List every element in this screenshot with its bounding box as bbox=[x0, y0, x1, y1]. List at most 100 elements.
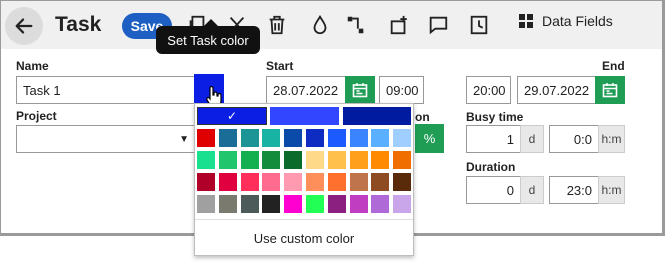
color-swatch[interactable] bbox=[262, 129, 281, 147]
history-button[interactable] bbox=[465, 11, 493, 39]
color-swatch[interactable] bbox=[240, 195, 259, 213]
trash-icon bbox=[269, 15, 285, 35]
color-swatch[interactable] bbox=[197, 151, 215, 169]
link-steps-icon bbox=[347, 16, 364, 34]
recent-color-swatch[interactable] bbox=[270, 107, 339, 125]
busy-days-input[interactable]: 1 bbox=[466, 125, 521, 153]
color-swatch[interactable] bbox=[349, 173, 368, 191]
recent-color-swatch[interactable] bbox=[343, 107, 411, 125]
droplet-icon bbox=[313, 14, 327, 35]
color-swatch[interactable] bbox=[197, 195, 215, 213]
percent-button[interactable]: % bbox=[415, 124, 444, 153]
data-fields-label: Data Fields bbox=[542, 13, 613, 29]
color-swatch[interactable] bbox=[218, 195, 237, 213]
start-time-input[interactable]: 09:00 bbox=[379, 76, 424, 104]
page-title: Task bbox=[55, 13, 102, 36]
name-input[interactable]: Task 1 bbox=[16, 76, 196, 104]
color-swatch[interactable] bbox=[306, 151, 324, 169]
color-swatch[interactable] bbox=[349, 151, 368, 169]
add-subtask-button[interactable] bbox=[385, 11, 413, 39]
duration-days-input[interactable]: 0 bbox=[466, 176, 521, 204]
color-swatch[interactable] bbox=[393, 129, 412, 147]
color-swatch[interactable] bbox=[393, 195, 412, 213]
delete-button[interactable] bbox=[263, 11, 291, 39]
busy-time-label: Busy time bbox=[466, 110, 524, 124]
duration-label: Duration bbox=[466, 160, 516, 174]
color-swatch[interactable] bbox=[218, 129, 237, 147]
color-swatch[interactable] bbox=[240, 151, 259, 169]
end-label: End bbox=[602, 59, 625, 73]
color-swatch[interactable] bbox=[284, 151, 303, 169]
end-time-value: 20:00 bbox=[473, 82, 506, 98]
start-calendar-button[interactable] bbox=[345, 76, 375, 104]
start-date-value: 28.07.2022 bbox=[273, 82, 339, 98]
color-swatch[interactable] bbox=[262, 173, 281, 191]
dropdown-arrow-icon: ▼ bbox=[179, 133, 189, 145]
color-button[interactable] bbox=[306, 11, 334, 39]
color-swatch[interactable] bbox=[327, 195, 346, 213]
project-select[interactable]: ▼ bbox=[16, 125, 196, 153]
back-button[interactable] bbox=[5, 7, 43, 45]
comment-button[interactable] bbox=[424, 11, 452, 39]
color-swatch[interactable] bbox=[371, 195, 390, 213]
duration-days-value: 0 bbox=[506, 182, 514, 198]
color-swatch[interactable] bbox=[306, 129, 324, 147]
busy-hm-value: 0:0 bbox=[573, 131, 592, 147]
color-swatch[interactable] bbox=[197, 173, 215, 191]
color-swatch[interactable] bbox=[393, 151, 412, 169]
start-date-input[interactable]: 28.07.2022 bbox=[266, 76, 346, 104]
completion-label-partial: on bbox=[415, 110, 430, 124]
color-swatch[interactable] bbox=[284, 129, 303, 147]
calendar-icon bbox=[602, 83, 618, 98]
toolbar: Task Save Data Fields bbox=[1, 1, 662, 49]
color-swatch[interactable] bbox=[349, 129, 368, 147]
arrow-left-icon bbox=[15, 18, 33, 34]
busy-hm-unit: h:m bbox=[598, 125, 625, 153]
clock-file-icon bbox=[470, 15, 488, 35]
duration-hm-unit: h:m bbox=[598, 176, 625, 204]
grid-icon bbox=[519, 14, 533, 28]
checkmark-icon: ✓ bbox=[226, 109, 238, 123]
duration-days-unit: d bbox=[520, 176, 544, 204]
color-swatch[interactable] bbox=[371, 173, 390, 191]
color-swatch[interactable] bbox=[371, 151, 390, 169]
calendar-icon bbox=[352, 83, 368, 98]
color-swatch[interactable] bbox=[327, 151, 346, 169]
color-swatch[interactable] bbox=[262, 195, 281, 213]
color-swatch[interactable] bbox=[284, 173, 303, 191]
start-time-value: 09:00 bbox=[386, 82, 419, 98]
color-swatch[interactable] bbox=[393, 173, 412, 191]
color-swatch[interactable] bbox=[306, 195, 324, 213]
name-value: Task 1 bbox=[23, 82, 61, 98]
color-swatch[interactable] bbox=[240, 129, 259, 147]
speech-bubble-icon bbox=[429, 16, 448, 35]
color-swatch[interactable] bbox=[197, 129, 215, 147]
color-swatch[interactable] bbox=[218, 151, 237, 169]
use-custom-color-button[interactable]: Use custom color bbox=[195, 219, 413, 256]
color-swatch[interactable] bbox=[284, 195, 303, 213]
recent-color-swatch[interactable]: ✓ bbox=[197, 107, 267, 125]
duration-hm-input[interactable]: 23:0 bbox=[549, 176, 599, 204]
color-swatch[interactable] bbox=[349, 195, 368, 213]
color-swatch[interactable] bbox=[240, 173, 259, 191]
add-task-icon bbox=[390, 15, 407, 35]
color-swatch[interactable] bbox=[371, 129, 390, 147]
tooltip: Set Task color bbox=[156, 19, 260, 54]
color-picker-popup: ✓ Use custom color bbox=[194, 103, 414, 256]
end-date-input[interactable]: 29.07.2022 bbox=[517, 76, 596, 104]
project-label: Project bbox=[16, 109, 57, 123]
color-swatch[interactable] bbox=[327, 129, 346, 147]
data-fields-button[interactable]: Data Fields bbox=[518, 13, 613, 29]
busy-days-value: 1 bbox=[506, 131, 514, 147]
color-swatch[interactable] bbox=[218, 173, 237, 191]
busy-days-unit: d bbox=[520, 125, 544, 153]
start-label: Start bbox=[266, 59, 294, 73]
duration-hm-value: 23:0 bbox=[566, 182, 592, 198]
color-swatch[interactable] bbox=[306, 173, 324, 191]
color-swatch[interactable] bbox=[327, 173, 346, 191]
dependency-button[interactable] bbox=[342, 11, 370, 39]
busy-hm-input[interactable]: 0:0 bbox=[549, 125, 599, 153]
end-calendar-button[interactable] bbox=[595, 76, 625, 104]
color-swatch[interactable] bbox=[262, 151, 281, 169]
end-time-input[interactable]: 20:00 bbox=[466, 76, 511, 104]
